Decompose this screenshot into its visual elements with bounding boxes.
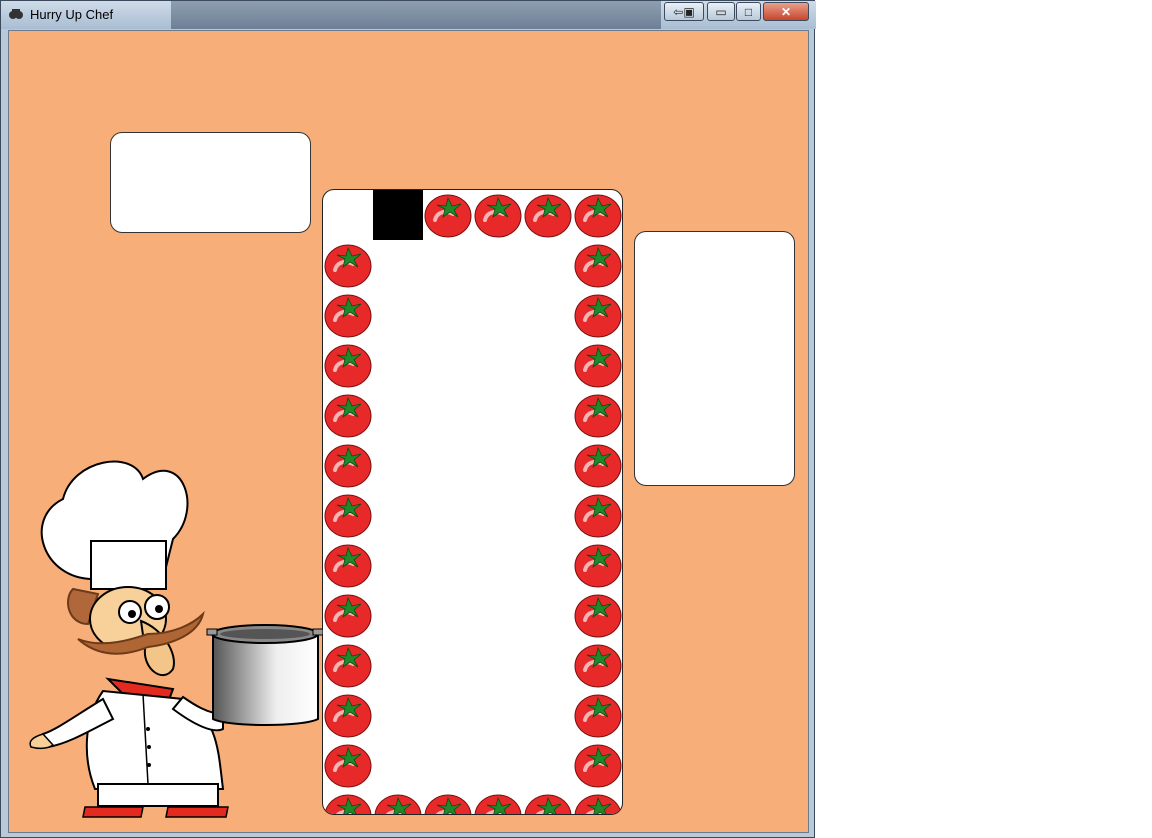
tomato-icon (473, 790, 523, 814)
player-block[interactable] (373, 190, 423, 240)
app-icon (9, 9, 23, 19)
tomato-icon (323, 240, 373, 290)
tomato-icon (573, 690, 622, 740)
tomato-icon (573, 290, 622, 340)
tomato-icon (573, 390, 622, 440)
tomato-icon (573, 590, 622, 640)
tomato-icon (523, 790, 573, 814)
tomato-icon (423, 790, 473, 814)
tomato-icon (573, 790, 622, 814)
score-panel (634, 231, 795, 486)
tomato-icon (523, 190, 573, 240)
tomato-icon (323, 290, 373, 340)
tomato-icon (323, 490, 373, 540)
minimize-button[interactable]: ▭ (707, 2, 735, 21)
window-title: Hurry Up Chef (30, 7, 114, 22)
close-button[interactable]: ✕ (763, 2, 809, 21)
tomato-icon (323, 640, 373, 690)
tomato-icon (323, 740, 373, 790)
tomato-icon (573, 640, 622, 690)
maximize-button[interactable]: □ (736, 2, 761, 21)
tomato-icon (323, 790, 373, 814)
title-bar-shadow (171, 1, 661, 29)
tomato-icon (323, 590, 373, 640)
tomato-icon (573, 490, 622, 540)
tomato-icon (573, 540, 622, 590)
tomato-icon (323, 440, 373, 490)
tomato-icon (323, 340, 373, 390)
tomato-icon (573, 340, 622, 390)
title-bar[interactable]: Hurry Up Chef ⇦▣ ▭ □ ✕ (1, 1, 816, 29)
chef-with-pot-icon (29, 460, 323, 818)
tomato-icon (573, 240, 622, 290)
game-board[interactable] (322, 189, 623, 815)
tomato-icon (373, 790, 423, 814)
tomato-icon (323, 540, 373, 590)
tomato-icon (323, 390, 373, 440)
tomato-icon (473, 190, 523, 240)
restore-icon[interactable]: ⇦▣ (664, 2, 704, 21)
order-panel (110, 132, 311, 233)
tomato-icon (423, 190, 473, 240)
game-canvas[interactable] (8, 30, 809, 833)
tomato-icon (573, 740, 622, 790)
tomato-icon (323, 690, 373, 740)
tomato-icon (573, 440, 622, 490)
game-window: Hurry Up Chef ⇦▣ ▭ □ ✕ (0, 0, 816, 838)
tomato-icon (573, 190, 622, 240)
